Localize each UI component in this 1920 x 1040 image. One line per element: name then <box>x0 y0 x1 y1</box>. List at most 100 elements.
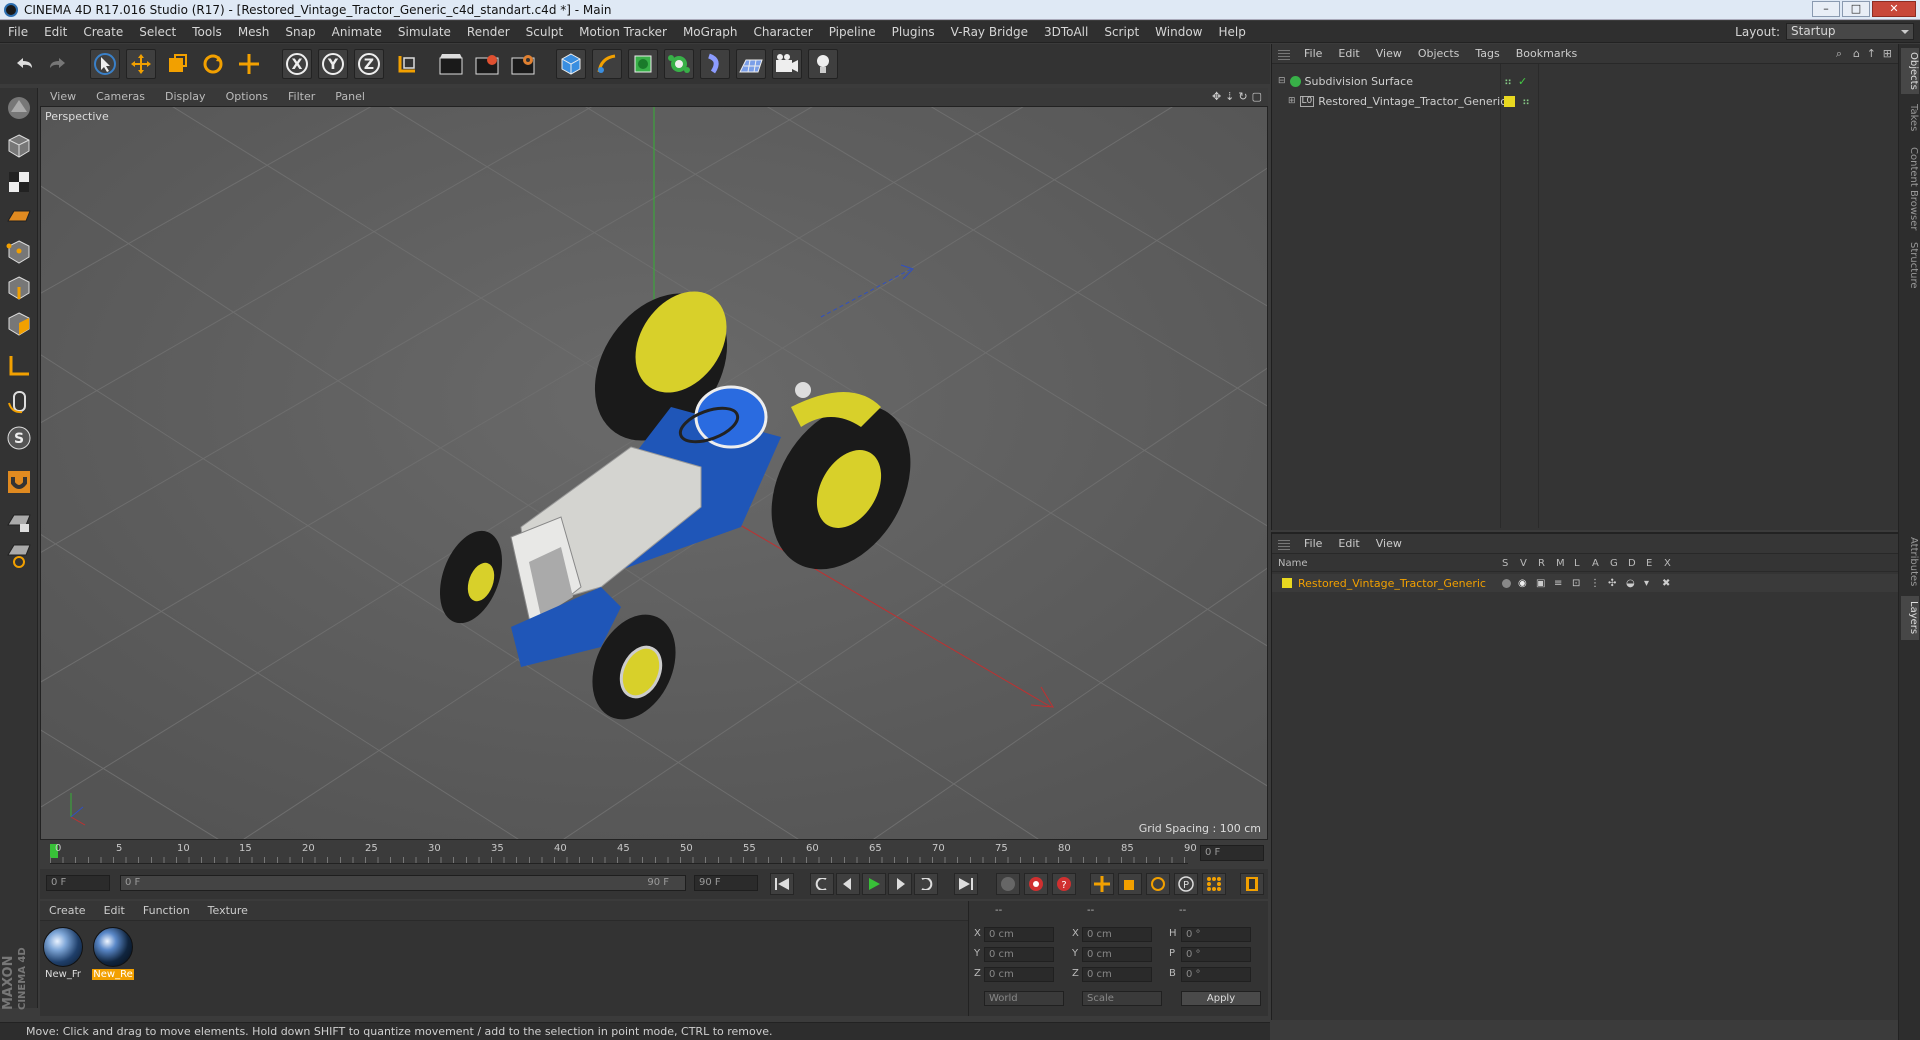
material-menu-function[interactable]: Function <box>134 901 199 921</box>
layout-select[interactable]: Startup <box>1786 23 1914 40</box>
deformer-icon[interactable] <box>700 49 730 79</box>
menu-mograph[interactable]: MoGraph <box>675 21 746 43</box>
layer-generators-toggle-icon[interactable]: ✣ <box>1608 578 1616 589</box>
viewport-menu-panel[interactable]: Panel <box>325 88 375 106</box>
render-picture-viewer-icon[interactable] <box>472 49 502 79</box>
layer-col-locked[interactable]: L <box>1574 558 1580 569</box>
objects-menu-objects[interactable]: Objects <box>1410 44 1468 64</box>
next-key-icon[interactable] <box>914 873 938 895</box>
objects-menu-file[interactable]: File <box>1296 44 1330 64</box>
axis-mode-icon[interactable] <box>3 350 35 382</box>
menu-tools[interactable]: Tools <box>184 21 230 43</box>
workplane-mode-icon[interactable] <box>3 200 35 232</box>
current-frame-field[interactable]: 0 F <box>1200 845 1264 861</box>
layer-xrefs-toggle-icon[interactable]: ✖ <box>1662 578 1670 589</box>
frame-range-slider[interactable]: 0 F 90 F <box>120 875 686 891</box>
undo-icon[interactable] <box>8 49 38 79</box>
layer-col-solo[interactable]: S <box>1502 558 1508 569</box>
objects-menu-bookmarks[interactable]: Bookmarks <box>1508 44 1585 64</box>
menu-script[interactable]: Script <box>1096 21 1147 43</box>
go-to-end-icon[interactable] <box>954 873 978 895</box>
x-axis-lock-icon[interactable]: X <box>282 49 312 79</box>
size-x-field[interactable]: 0 cm <box>1082 927 1152 942</box>
objects-menu-tags[interactable]: Tags <box>1467 44 1507 64</box>
menu-simulate[interactable]: Simulate <box>390 21 459 43</box>
apply-button[interactable]: Apply <box>1181 991 1261 1006</box>
camera-icon[interactable] <box>772 49 802 79</box>
viewport-maximize-icon[interactable]: ▢ <box>1252 90 1262 103</box>
key-pla-icon[interactable] <box>1202 873 1226 895</box>
make-editable-icon[interactable] <box>3 92 35 124</box>
next-frame-icon[interactable] <box>888 873 912 895</box>
texture-mode-icon[interactable] <box>3 166 35 198</box>
collapse-icon[interactable]: ⊟ <box>1278 76 1286 86</box>
tab-layers[interactable]: Layers <box>1901 596 1919 640</box>
viewport-menu-view[interactable]: View <box>40 88 86 106</box>
viewport-menu-cameras[interactable]: Cameras <box>86 88 155 106</box>
home-icon[interactable]: ⌂ <box>1853 47 1860 60</box>
menu-character[interactable]: Character <box>745 21 820 43</box>
y-axis-lock-icon[interactable]: Y <box>318 49 348 79</box>
transform-tool-icon[interactable] <box>234 49 264 79</box>
key-position-icon[interactable] <box>1090 873 1114 895</box>
menu-edit[interactable]: Edit <box>36 21 75 43</box>
menu-create[interactable]: Create <box>75 21 131 43</box>
snap-icon[interactable]: S <box>3 422 35 454</box>
layer-col-view[interactable]: V <box>1520 558 1527 569</box>
record-keys-disabled-icon[interactable] <box>996 873 1020 895</box>
3d-viewport[interactable]: Perspective Grid Spacing : 100 cm <box>40 106 1268 840</box>
key-rotation-icon[interactable] <box>1146 873 1170 895</box>
layer-color-swatch[interactable] <box>1504 95 1515 107</box>
layer-animation-toggle-icon[interactable]: ⋮ <box>1590 578 1600 589</box>
position-x-field[interactable]: 0 cm <box>984 927 1054 942</box>
layer-col-render[interactable]: R <box>1538 558 1545 569</box>
size-y-field[interactable]: 0 cm <box>1082 947 1152 962</box>
live-selection-icon[interactable] <box>90 49 120 79</box>
viewport-pan-icon[interactable]: ✥ <box>1212 90 1221 103</box>
new-view-icon[interactable]: ⊞ <box>1883 47 1892 60</box>
layer-col-manager[interactable]: M <box>1556 558 1565 569</box>
tab-structure[interactable]: Structure <box>1901 240 1919 290</box>
redo-icon[interactable] <box>44 49 74 79</box>
objects-menu-view[interactable]: View <box>1368 44 1410 64</box>
menu-animate[interactable]: Animate <box>324 21 390 43</box>
visibility-dots-icon[interactable]: ⠶ <box>1504 75 1512 88</box>
key-scale-icon[interactable] <box>1118 873 1142 895</box>
material-swatch[interactable]: New_Fr <box>42 927 84 983</box>
tab-takes[interactable]: Takes <box>1901 100 1919 136</box>
position-z-field[interactable]: 0 cm <box>984 967 1054 982</box>
polygons-mode-icon[interactable] <box>3 308 35 340</box>
record-keys-icon[interactable] <box>1024 873 1048 895</box>
layers-menu-view[interactable]: View <box>1368 534 1410 554</box>
model-mode-icon[interactable] <box>3 130 35 162</box>
viewport-rotate-icon[interactable]: ↻ <box>1238 90 1247 103</box>
close-button[interactable]: ✕ <box>1872 1 1916 17</box>
menu-pipeline[interactable]: Pipeline <box>821 21 884 43</box>
tab-objects[interactable]: Objects <box>1901 48 1919 94</box>
layer-col-expressions[interactable]: E <box>1646 558 1652 569</box>
scale-tool-icon[interactable] <box>162 49 192 79</box>
layer-deformers-toggle-icon[interactable]: ◒ <box>1626 578 1635 589</box>
menu-vray-bridge[interactable]: V-Ray Bridge <box>943 21 1036 43</box>
rotation-h-field[interactable]: 0 ° <box>1181 927 1251 942</box>
start-frame-field[interactable]: 0 F <box>46 875 110 891</box>
expand-icon[interactable]: ⊞ <box>1288 96 1296 106</box>
object-row[interactable]: ⊞ L0 Restored_Vintage_Tractor_Generic ⠶ <box>1272 92 1899 110</box>
menu-file[interactable]: File <box>0 21 36 43</box>
planar-workplane-icon[interactable] <box>3 540 35 572</box>
end-frame-field[interactable]: 90 F <box>694 875 758 891</box>
menu-help[interactable]: Help <box>1210 21 1253 43</box>
material-menu-create[interactable]: Create <box>40 901 95 921</box>
timeline-ruler[interactable]: 0 5 10 15 20 25 30 35 40 45 50 55 60 65 … <box>40 842 1268 864</box>
menu-select[interactable]: Select <box>131 21 184 43</box>
objects-menu-edit[interactable]: Edit <box>1330 44 1367 64</box>
coordinate-system-icon[interactable] <box>392 49 422 79</box>
search-icon[interactable]: ⌕ <box>1836 47 1842 61</box>
viewport-menu-options[interactable]: Options <box>216 88 278 106</box>
menu-sculpt[interactable]: Sculpt <box>518 21 571 43</box>
layer-col-generators[interactable]: G <box>1610 558 1618 569</box>
viewport-zoom-icon[interactable]: ⇣ <box>1225 90 1234 103</box>
menu-window[interactable]: Window <box>1147 21 1210 43</box>
menu-snap[interactable]: Snap <box>277 21 323 43</box>
rotate-tool-icon[interactable] <box>198 49 228 79</box>
